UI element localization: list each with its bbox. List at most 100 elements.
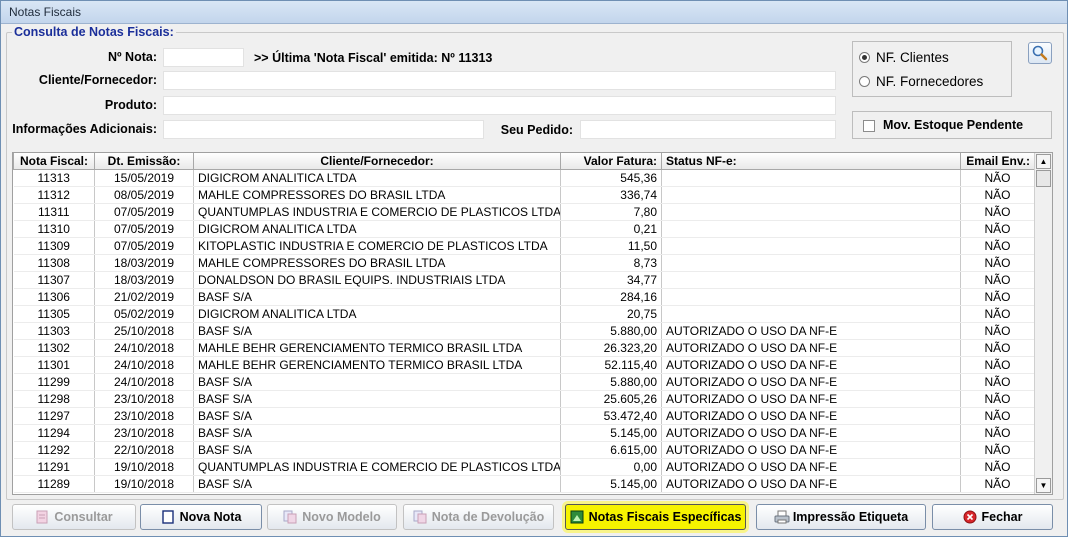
notas-especificas-button[interactable]: Notas Fiscais Específicas <box>565 504 746 530</box>
nota-input[interactable] <box>163 48 244 67</box>
cell-nota: 11302 <box>13 339 95 357</box>
col-header-status[interactable]: Status NF-e: <box>661 153 961 170</box>
search-button[interactable] <box>1028 42 1052 64</box>
consultar-label: Consultar <box>54 510 113 524</box>
cell-cliente: BASF S/A <box>193 288 561 306</box>
table-row[interactable]: 11291 19/10/2018 QUANTUMPLAS INDUSTRIA E C… <box>13 458 1035 476</box>
cell-cliente: BASF S/A <box>193 475 561 493</box>
cliente-label: Cliente/Fornecedor: <box>38 73 157 87</box>
table-row[interactable]: 11298 23/10/2018 BASF S/A 25.605,26 AUTORIZA… <box>13 390 1035 408</box>
impressao-etiqueta-label: Impressão Etiqueta <box>792 510 909 524</box>
cell-nota: 11303 <box>13 322 95 340</box>
table-row[interactable]: 11303 25/10/2018 BASF S/A 5.880,00 AUTORIZAD… <box>13 322 1035 340</box>
cell-status <box>661 288 961 306</box>
cell-email: NÃO <box>960 220 1035 238</box>
cell-email: NÃO <box>960 203 1035 221</box>
table-scrollbar[interactable]: ▲ ▼ <box>1034 153 1052 494</box>
cell-nota: 11299 <box>13 373 95 391</box>
new-document-icon <box>161 510 175 524</box>
table-row[interactable]: 11306 21/02/2019 BASF S/A 284,16 NÃO <box>13 288 1035 306</box>
cell-status: AUTORIZADO O USO DA NF-E <box>661 424 961 442</box>
col-header-nota[interactable]: Nota Fiscal: <box>13 153 95 170</box>
table-row[interactable]: 11307 18/03/2019 DONALDSON DO BRASIL EQUIP… <box>13 271 1035 289</box>
cliente-input[interactable] <box>163 71 836 90</box>
cell-email: NÃO <box>960 475 1035 493</box>
cell-status <box>661 220 961 238</box>
cell-data: 18/03/2019 <box>94 271 194 289</box>
cell-email: NÃO <box>960 424 1035 442</box>
cell-valor: 53.472,40 <box>560 407 662 425</box>
cell-email: NÃO <box>960 390 1035 408</box>
fechar-label: Fechar <box>981 510 1023 524</box>
cell-nota: 11313 <box>13 169 95 187</box>
cell-nota: 11305 <box>13 305 95 323</box>
cell-email: NÃO <box>960 356 1035 374</box>
cell-data: 23/10/2018 <box>94 424 194 442</box>
cell-cliente: BASF S/A <box>193 390 561 408</box>
cell-valor: 5.880,00 <box>560 373 662 391</box>
col-header-email[interactable]: Email Env.: <box>960 153 1035 170</box>
cell-data: 05/02/2019 <box>94 305 194 323</box>
cell-data: 07/05/2019 <box>94 220 194 238</box>
col-header-valor[interactable]: Valor Fatura: <box>560 153 662 170</box>
table-row[interactable]: 11309 07/05/2019 KITOPLASTIC INDUSTRIA E C… <box>13 237 1035 255</box>
cell-nota: 11311 <box>13 203 95 221</box>
cell-nota: 11289 <box>13 475 95 493</box>
cell-data: 21/02/2019 <box>94 288 194 306</box>
cell-cliente: DIGICROM ANALITICA LTDA <box>193 220 561 238</box>
table-row[interactable]: 11289 19/10/2018 BASF S/A 5.145,00 AUTORIZAD… <box>13 475 1035 493</box>
table-row[interactable]: 11310 07/05/2019 DIGICROM ANALITICA LTDA 0,… <box>13 220 1035 238</box>
cell-data: 24/10/2018 <box>94 356 194 374</box>
table-row[interactable]: 11308 18/03/2019 MAHLE COMPRESSORES DO BRA… <box>13 254 1035 272</box>
cell-email: NÃO <box>960 169 1035 187</box>
cell-cliente: BASF S/A <box>193 441 561 459</box>
scroll-down-icon[interactable]: ▼ <box>1036 478 1051 493</box>
radio-nf-clientes[interactable]: NF. Clientes <box>859 50 949 65</box>
table-row[interactable]: 11312 08/05/2019 MAHLE COMPRESSORES DO BRA… <box>13 186 1035 204</box>
cell-data: 22/10/2018 <box>94 441 194 459</box>
cell-cliente: BASF S/A <box>193 424 561 442</box>
novo-modelo-button[interactable]: Novo Modelo <box>267 504 397 530</box>
nova-nota-button[interactable]: Nova Nota <box>140 504 262 530</box>
info-adicionais-input[interactable] <box>163 120 484 139</box>
produto-input[interactable] <box>163 96 836 115</box>
radio-nf-clientes-label: NF. Clientes <box>876 50 949 65</box>
cell-valor: 284,16 <box>560 288 662 306</box>
scroll-thumb[interactable] <box>1036 170 1051 187</box>
table-row[interactable]: 11305 05/02/2019 DIGICROM ANALITICA LTDA 20… <box>13 305 1035 323</box>
cell-valor: 0,00 <box>560 458 662 476</box>
copy-document-icon <box>283 510 297 524</box>
scroll-up-icon[interactable]: ▲ <box>1036 154 1051 169</box>
cell-valor: 8,73 <box>560 254 662 272</box>
radio-nf-fornecedores[interactable]: NF. Fornecedores <box>859 74 983 89</box>
table-row[interactable]: 11297 23/10/2018 BASF S/A 53.472,40 AUTORIZA… <box>13 407 1035 425</box>
table-row[interactable]: 11292 22/10/2018 BASF S/A 6.615,00 AUTORIZAD… <box>13 441 1035 459</box>
fechar-button[interactable]: Fechar <box>932 504 1053 530</box>
table-row[interactable]: 11311 07/05/2019 QUANTUMPLAS INDUSTRIA E C… <box>13 203 1035 221</box>
cell-cliente: BASF S/A <box>193 322 561 340</box>
table-row[interactable]: 11313 15/05/2019 DIGICROM ANALITICA LTDA 54… <box>13 169 1035 187</box>
seu-pedido-input[interactable] <box>580 120 836 139</box>
cell-nota: 11292 <box>13 441 95 459</box>
radio-selected-icon <box>859 52 870 63</box>
consultar-button[interactable]: Consultar <box>12 504 136 530</box>
cell-email: NÃO <box>960 441 1035 459</box>
col-header-cliente[interactable]: Cliente/Fornecedor: <box>193 153 561 170</box>
cell-nota: 11309 <box>13 237 95 255</box>
document-icon <box>35 510 49 524</box>
nota-devolucao-button[interactable]: Nota de Devolução <box>403 504 554 530</box>
table-row[interactable]: 11302 24/10/2018 MAHLE BEHR GERENCIAMENTO … <box>13 339 1035 357</box>
mov-estoque-checkbox[interactable] <box>863 120 875 132</box>
cell-status: AUTORIZADO O USO DA NF-E <box>661 322 961 340</box>
close-icon <box>963 510 977 524</box>
table-row[interactable]: 11301 24/10/2018 MAHLE BEHR GERENCIAMENTO … <box>13 356 1035 374</box>
table-row[interactable]: 11299 24/10/2018 BASF S/A 5.880,00 AUTORIZAD… <box>13 373 1035 391</box>
table-row[interactable]: 11294 23/10/2018 BASF S/A 5.145,00 AUTORIZAD… <box>13 424 1035 442</box>
nova-nota-label: Nova Nota <box>179 510 242 524</box>
cell-valor: 6.615,00 <box>560 441 662 459</box>
col-header-data[interactable]: Dt. Emissão: <box>94 153 194 170</box>
cell-cliente: MAHLE BEHR GERENCIAMENTO TERMICO BRASIL … <box>193 356 561 374</box>
cell-status <box>661 186 961 204</box>
mov-estoque-label: Mov. Estoque Pendente <box>883 118 1024 132</box>
impressao-etiqueta-button[interactable]: Impressão Etiqueta <box>756 504 926 530</box>
